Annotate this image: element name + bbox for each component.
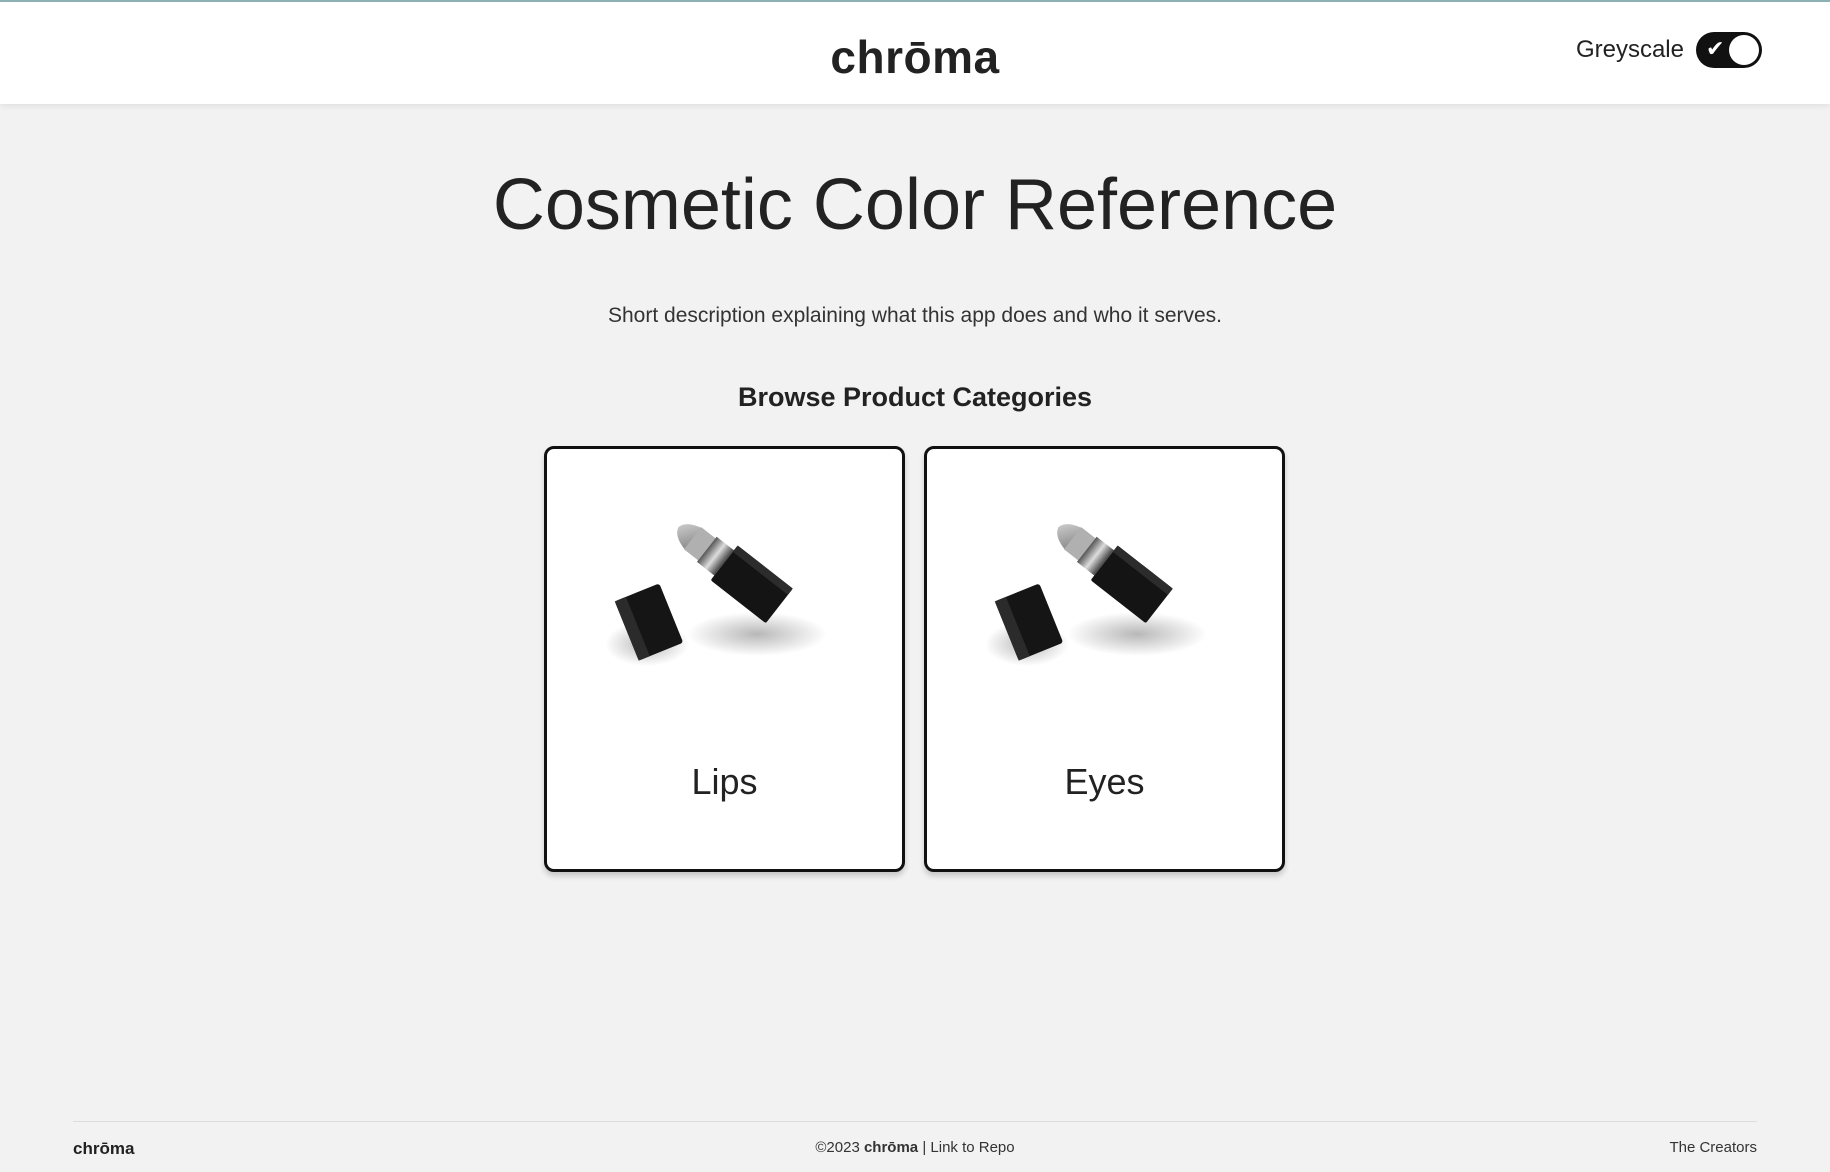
footer-brand: chrōma [863, 1139, 919, 1156]
section-heading: Browse Product Categories [737, 382, 1093, 412]
category-cards: Lips Eyes [544, 446, 1286, 872]
greyscale-control: Greyscale ✔ [1576, 32, 1762, 68]
greyscale-label: Greyscale [1575, 36, 1684, 63]
site-header: chrōma Greyscale ✔ [0, 2, 1830, 104]
repo-link[interactable]: Link to Repo [930, 1139, 1014, 1156]
toggle-knob [1729, 35, 1759, 65]
category-label: Lips [691, 761, 758, 802]
copyright-text: ©2023 [815, 1139, 860, 1156]
category-label: Eyes [1064, 761, 1145, 802]
checkmark-icon: ✔ [1706, 37, 1725, 62]
site-footer: chrōma ©2023 chrōma | Link to Repo The C… [73, 1121, 1757, 1172]
lipstick-image [987, 524, 1207, 666]
footer-copyright: ©2023 chrōma | Link to Repo [73, 1139, 1757, 1156]
category-card-lips[interactable]: Lips [544, 446, 905, 872]
lipstick-image [607, 524, 827, 666]
page-title: Cosmetic Color Reference [492, 165, 1338, 245]
footer-separator: | [922, 1139, 927, 1156]
creators-link[interactable]: The Creators [1669, 1139, 1757, 1156]
category-card-eyes[interactable]: Eyes [924, 446, 1285, 872]
page-description: Short description explaining what this a… [607, 304, 1223, 327]
greyscale-toggle[interactable]: ✔ [1696, 32, 1762, 68]
site-logo[interactable]: chrōma [0, 30, 1830, 84]
